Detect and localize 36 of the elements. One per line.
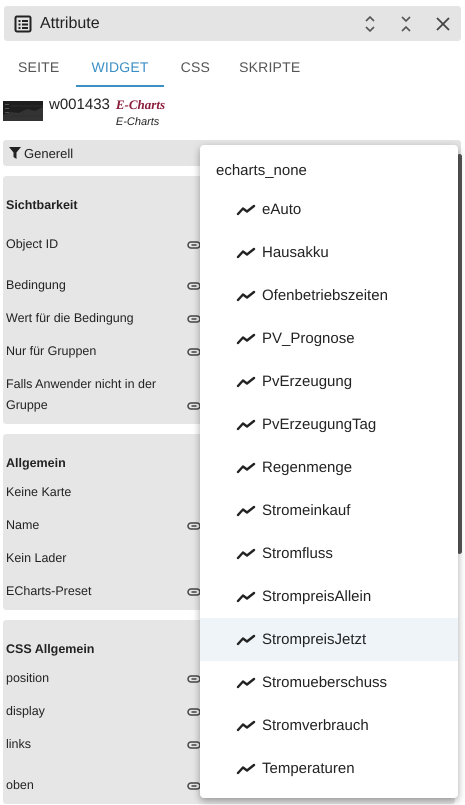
item-label: PV_Prognose bbox=[262, 330, 355, 347]
item-label: PvErzeugungTag bbox=[262, 416, 376, 433]
item-label: Hausakku bbox=[262, 244, 329, 261]
item-label: Stromeinkauf bbox=[262, 502, 350, 519]
item-label: Stromueberschuss bbox=[262, 674, 388, 691]
field-label: Keine Karte bbox=[6, 484, 72, 501]
filter-label: Generell bbox=[24, 146, 74, 160]
group-title: CSS Allgemein bbox=[6, 642, 96, 656]
field-label: Falls Anwender nicht in der Gruppe bbox=[6, 376, 158, 414]
item-label: eAuto bbox=[262, 201, 302, 218]
field-label: Object ID bbox=[6, 236, 58, 253]
field-label: ECharts-Preset bbox=[6, 583, 92, 600]
item-label: Temperaturen bbox=[262, 760, 355, 777]
window-title: Attribute bbox=[40, 14, 100, 32]
item-label: Ofenbetriebszeiten bbox=[262, 287, 388, 304]
field-label: Kein Lader bbox=[6, 550, 66, 567]
menu-header: echarts_none bbox=[215, 161, 308, 181]
field-label: Bedingung bbox=[6, 277, 66, 294]
field-label: Name bbox=[6, 517, 40, 534]
item-label: Stromverbrauch bbox=[262, 717, 369, 734]
field-label: Nur für Gruppen bbox=[6, 343, 96, 360]
item-label: StrompreisAllein bbox=[262, 588, 372, 605]
group-title: Allgemein bbox=[6, 456, 67, 470]
item-label: Regenmenge bbox=[262, 459, 352, 476]
widget-type: E-Charts bbox=[116, 116, 160, 128]
widget-id: w001433 bbox=[49, 96, 110, 113]
field-label: Wert für die Bedingung bbox=[6, 310, 134, 327]
group-title: Sichtbarkeit bbox=[6, 198, 79, 212]
item-label: StrompreisJetzt bbox=[262, 631, 366, 648]
item-label: PvErzeugung bbox=[262, 373, 352, 390]
item-label: Stromfluss bbox=[262, 545, 333, 562]
widget-set: E-Charts bbox=[116, 97, 166, 113]
field-label: links bbox=[6, 736, 32, 753]
field-label: oben bbox=[6, 777, 34, 794]
field-label: position bbox=[6, 670, 50, 687]
field-label: display bbox=[6, 703, 45, 720]
